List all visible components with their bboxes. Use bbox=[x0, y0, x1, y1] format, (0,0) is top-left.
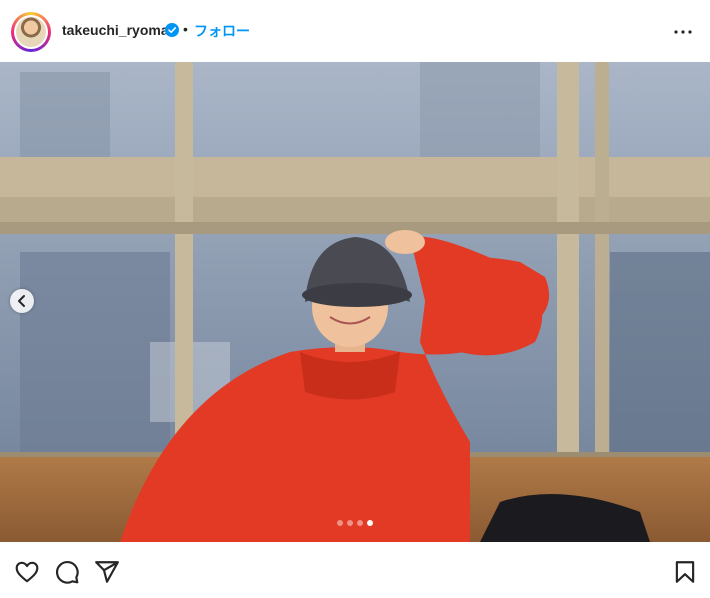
verified-badge-icon bbox=[165, 23, 179, 37]
post-photo[interactable] bbox=[0, 62, 710, 542]
separator: • bbox=[183, 21, 188, 37]
photo-image bbox=[0, 62, 710, 542]
carousel-indicator bbox=[337, 520, 373, 526]
username[interactable]: takeuchi_ryoma bbox=[62, 22, 169, 38]
follow-button[interactable]: フォロー bbox=[194, 21, 250, 41]
bookmark-icon[interactable] bbox=[672, 559, 698, 585]
share-icon[interactable] bbox=[94, 559, 120, 585]
comment-icon[interactable] bbox=[54, 559, 80, 585]
action-bar bbox=[0, 542, 710, 598]
more-options-icon[interactable] bbox=[671, 20, 695, 44]
chevron-left-icon bbox=[18, 295, 25, 307]
previous-slide-button[interactable] bbox=[10, 289, 34, 313]
avatar[interactable] bbox=[11, 12, 51, 52]
post-header: takeuchi_ryoma • フォロー bbox=[0, 0, 710, 62]
carousel-dot bbox=[347, 520, 353, 526]
carousel-dot-active bbox=[367, 520, 373, 526]
heart-icon[interactable] bbox=[14, 559, 40, 585]
carousel-dot bbox=[357, 520, 363, 526]
carousel-dot bbox=[337, 520, 343, 526]
